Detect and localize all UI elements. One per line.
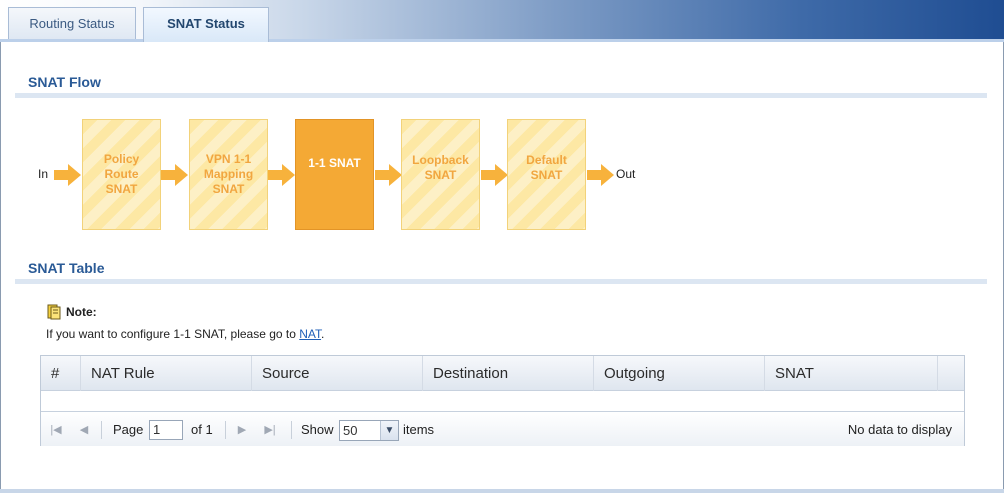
flow-arrow-icon [481, 164, 508, 186]
page-label: Page [113, 422, 144, 437]
flow-arrow-icon [268, 164, 295, 186]
note-message: If you want to configure 1-1 SNAT, pleas… [46, 327, 300, 341]
flow-arrow-icon [161, 164, 188, 186]
items-per-page-select[interactable]: 50 ▼ [339, 420, 399, 441]
table-body [41, 392, 964, 410]
column-header-source[interactable]: Source [252, 356, 423, 391]
flow-arrow-icon [375, 164, 402, 186]
column-header-destination[interactable]: Destination [423, 356, 594, 391]
flow-step-policy-route-snat: Policy Route SNAT [82, 119, 161, 230]
column-header-number[interactable]: # [41, 356, 81, 391]
show-label: Show [301, 422, 334, 437]
items-label: items [403, 422, 435, 437]
column-header-snat[interactable]: SNAT [765, 356, 938, 391]
flow-step-label: Default SNAT [526, 152, 567, 182]
first-page-icon[interactable]: |◀ [49, 423, 63, 437]
flow-arrow-icon [587, 164, 614, 186]
column-header-outgoing[interactable]: Outgoing [594, 356, 765, 391]
nat-link[interactable]: NAT [299, 327, 321, 341]
flow-step-loopback-snat: Loopback SNAT [401, 119, 480, 230]
note-icon [47, 304, 61, 320]
flow-in-label: In [38, 167, 49, 181]
table-header: # NAT Rule Source Destination Outgoing S… [41, 356, 964, 391]
empty-table-message: No data to display [847, 422, 952, 437]
panel-bottom-border [0, 489, 1004, 493]
pager-divider [291, 421, 292, 439]
table-pager: |◀ ◀ Page 1 of 1 ▶ ▶| Show 50 ▼ items No … [41, 411, 964, 446]
next-page-icon[interactable]: ▶ [235, 423, 249, 437]
page-count-label: of 1 [191, 422, 213, 437]
page-number-input[interactable]: 1 [149, 420, 183, 440]
note-text: If you want to configure 1-1 SNAT, pleas… [46, 327, 324, 341]
pager-divider [225, 421, 226, 439]
section-divider [15, 93, 987, 98]
tab-bar: Routing Status SNAT Status [0, 0, 1004, 42]
items-per-page-value: 50 [343, 423, 358, 438]
flow-step-label: 1-1 SNAT [308, 156, 361, 170]
tab-snat-status[interactable]: SNAT Status [143, 7, 269, 42]
flow-out-label: Out [616, 167, 636, 181]
flow-step-label: VPN 1-1 Mapping SNAT [203, 152, 254, 196]
note-title: Note: [66, 305, 97, 319]
note-suffix: . [321, 327, 325, 341]
flow-step-label: Policy Route SNAT [103, 152, 140, 196]
tab-routing-status[interactable]: Routing Status [8, 7, 136, 39]
snat-table-title: SNAT Table [28, 260, 105, 276]
last-page-icon[interactable]: ▶| [263, 423, 277, 437]
flow-step-default-snat: Default SNAT [507, 119, 586, 230]
flow-step-label: Loopback SNAT [412, 152, 469, 182]
previous-page-icon[interactable]: ◀ [77, 423, 91, 437]
section-divider [15, 279, 987, 284]
flow-step-vpn-mapping-snat: VPN 1-1 Mapping SNAT [189, 119, 268, 230]
snat-table: # NAT Rule Source Destination Outgoing S… [40, 355, 965, 446]
column-header-nat-rule[interactable]: NAT Rule [81, 356, 252, 391]
pager-divider [101, 421, 102, 439]
flow-step-one-to-one-snat: 1-1 SNAT [295, 119, 374, 230]
snat-flow-title: SNAT Flow [28, 74, 101, 90]
chevron-down-icon[interactable]: ▼ [380, 421, 398, 440]
flow-arrow-icon [54, 164, 81, 186]
